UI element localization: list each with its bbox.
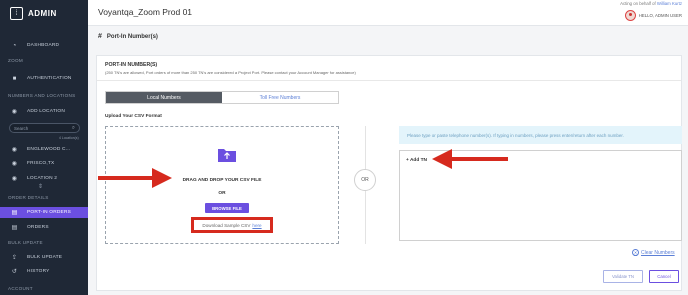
sidebar-item-dashboard[interactable]: ◔ DASHBOARD — [0, 40, 88, 51]
annotation-arrow-right — [432, 149, 508, 169]
cancel-button[interactable]: Cancel — [649, 270, 679, 283]
location-pin-icon: ◉ — [11, 176, 18, 182]
sidebar-item-authentication[interactable]: ■ AUTHENTICATION — [0, 73, 88, 84]
sidebar-item-frisco[interactable]: ◉ FRISCO,TX — [0, 158, 88, 169]
search-icon[interactable]: ⌕ — [72, 125, 75, 132]
divider — [97, 80, 681, 81]
user-menu[interactable]: HELLO, ADMIN USER — [624, 10, 682, 21]
sidebar-item-port-in-orders[interactable]: ▤ PORT-IN ORDERS — [0, 207, 88, 218]
admin-logo-icon: ⁞ — [10, 6, 23, 20]
brand[interactable]: ⁞ ADMIN — [10, 6, 57, 20]
history-icon: ↺ — [11, 269, 18, 275]
top-header: Voyantqa_Zoom Prod 01 Acting on behalf o… — [88, 0, 688, 26]
section-zoom: ZOOM — [8, 58, 23, 63]
section-bulk-update: BULK UPDATE — [8, 240, 43, 245]
download-sample-highlight: Download Sample CSV here — [191, 217, 273, 233]
avatar[interactable] — [624, 10, 636, 21]
close-icon: ✕ — [632, 249, 639, 256]
browse-file-button[interactable]: BROWSE FILE — [205, 203, 249, 213]
tab-toll-free-numbers[interactable]: Toll Free Numbers — [222, 92, 338, 103]
tab-local-numbers[interactable]: Local Numbers — [106, 92, 222, 103]
folder-upload-icon — [218, 149, 236, 162]
section-order-details: ORDER DETAILS — [8, 195, 49, 200]
download-sample-text: Download Sample CSV — [202, 222, 251, 228]
or-divider: OR — [354, 169, 376, 191]
location-pin-icon: ◉ — [11, 147, 18, 153]
upload-icon: ⇪ — [11, 255, 18, 261]
camera-icon: ■ — [12, 75, 17, 82]
location-pin-icon: ◉ — [11, 161, 18, 167]
sidebar-item-add-location[interactable]: ◉ ADD LOCATION — [0, 106, 88, 117]
acting-on-behalf: Acting on behalf of William Kurtz — [620, 1, 682, 6]
sidebar-item-orders[interactable]: ▤ ORDERS — [0, 222, 88, 233]
dashboard-icon: ◔ — [12, 42, 17, 49]
page-title: # Port-In Number(s) — [98, 33, 158, 40]
number-type-tabs: Local Numbers Toll Free Numbers — [105, 91, 339, 104]
brand-name: ADMIN — [28, 8, 57, 18]
account-title: Voyantqa_Zoom Prod 01 — [98, 7, 193, 17]
sidebar: ⁞ ADMIN ◔ DASHBOARD ZOOM ■ AUTHENTICATIO… — [0, 0, 88, 295]
panel-heading: PORT-IN NUMBER(S) — [105, 62, 158, 68]
sidebar-item-location2[interactable]: ◉ LOCATION 2 — [0, 173, 88, 184]
sidebar-item-history[interactable]: ↺ HISTORY — [0, 266, 88, 277]
hello-text: HELLO, ADMIN USER — [638, 13, 682, 18]
search-input[interactable] — [14, 125, 69, 131]
scroll-indicator-icon[interactable]: ⇕ — [38, 183, 43, 190]
info-message: Please type or paste telephone number(s)… — [399, 126, 682, 144]
annotation-arrow-left — [98, 168, 172, 188]
hash-icon: # — [98, 33, 102, 40]
validate-tn-button[interactable]: Validate TN — [603, 270, 643, 283]
panel-subtext: (250 TN's are allowed, Port orders of mo… — [105, 70, 356, 75]
section-account: ACCOUNT — [8, 286, 33, 291]
or-text: OR — [218, 191, 226, 196]
orders-icon: ▤ — [11, 225, 18, 231]
location-count: 4 Location(s) — [59, 136, 79, 140]
port-in-panel: PORT-IN NUMBER(S) (250 TN's are allowed,… — [96, 55, 682, 291]
location-search[interactable]: ⌕ — [9, 123, 80, 133]
location-pin-icon: ◉ — [11, 109, 18, 115]
upload-label: Upload Your CSV Format — [105, 114, 162, 119]
list-icon: ▤ — [11, 210, 18, 216]
clear-numbers-link[interactable]: ✕ Clear Numbers — [632, 249, 675, 256]
section-numbers-locations: NUMBERS AND LOCATIONS — [8, 93, 76, 98]
acting-user-link[interactable]: William Kurtz — [657, 1, 682, 6]
sidebar-item-englewood[interactable]: ◉ ENGLEWOOD C... — [0, 144, 88, 155]
download-sample-link[interactable]: here — [252, 223, 261, 228]
add-tn-button[interactable]: + Add TN — [406, 158, 427, 163]
sidebar-item-bulk-update[interactable]: ⇪ BULK UPDATE — [0, 252, 88, 263]
